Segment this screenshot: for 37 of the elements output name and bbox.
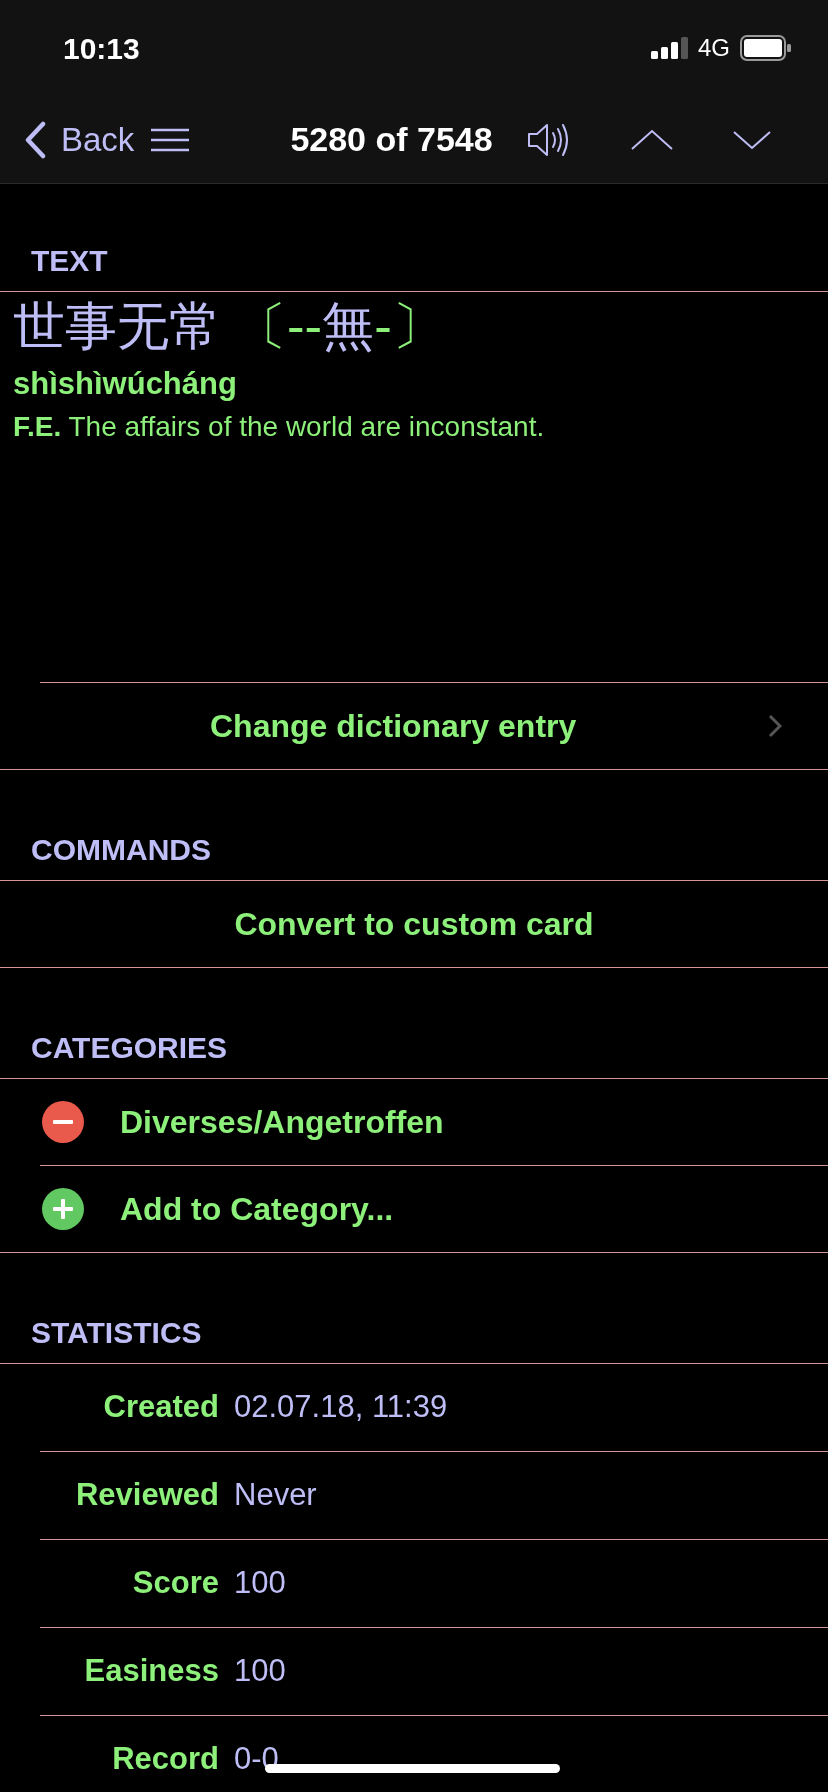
up-button[interactable]: [629, 128, 674, 151]
plus-icon[interactable]: [42, 1188, 84, 1230]
back-button[interactable]: Back: [23, 114, 135, 165]
down-button[interactable]: [731, 129, 772, 150]
chevron-down-icon: [731, 129, 772, 150]
chevron-right-icon: [768, 714, 782, 738]
battery-icon: [740, 35, 792, 61]
definition-text: F.E. The affairs of the world are inconstant.: [13, 411, 545, 442]
chevron-left-icon: [23, 120, 47, 159]
stat-label: Reviewed: [76, 1476, 219, 1515]
add-category-button[interactable]: Add to Category...: [120, 1185, 394, 1233]
signal-icon: [651, 37, 689, 59]
stat-value: 100: [234, 1652, 286, 1691]
section-header: CATEGORIES: [31, 1033, 228, 1063]
status-time: 10:13: [63, 30, 140, 67]
stat-label: Easiness: [84, 1652, 219, 1691]
section-header: COMMANDS: [31, 835, 211, 865]
stat-label: Score: [132, 1564, 219, 1603]
menu-button[interactable]: [150, 127, 191, 152]
stat-label: Record: [112, 1740, 219, 1779]
stat-value: Never: [234, 1476, 317, 1515]
category-item[interactable]: Diverses/Angetroffen: [120, 1098, 444, 1146]
card-counter: 5280 of 7548: [290, 119, 493, 160]
network-label: 4G: [698, 33, 730, 63]
stat-value: 02.07.18, 11:39: [234, 1388, 448, 1427]
chevron-up-icon: [629, 128, 674, 151]
pinyin: shìshìwúcháng: [13, 366, 237, 402]
stat-label: Created: [103, 1388, 219, 1427]
stat-value: 100: [234, 1564, 286, 1603]
minus-icon[interactable]: [42, 1101, 84, 1143]
variant-form: 〔--無-〕: [235, 296, 444, 356]
section-header: STATISTICS: [31, 1318, 202, 1348]
chinese-headword: 世事无常: [13, 296, 221, 356]
convert-button[interactable]: Convert to custom card: [0, 881, 828, 967]
change-entry-button[interactable]: Change dictionary entry: [0, 683, 828, 769]
menu-icon: [150, 127, 191, 152]
section-header: TEXT: [31, 246, 108, 276]
